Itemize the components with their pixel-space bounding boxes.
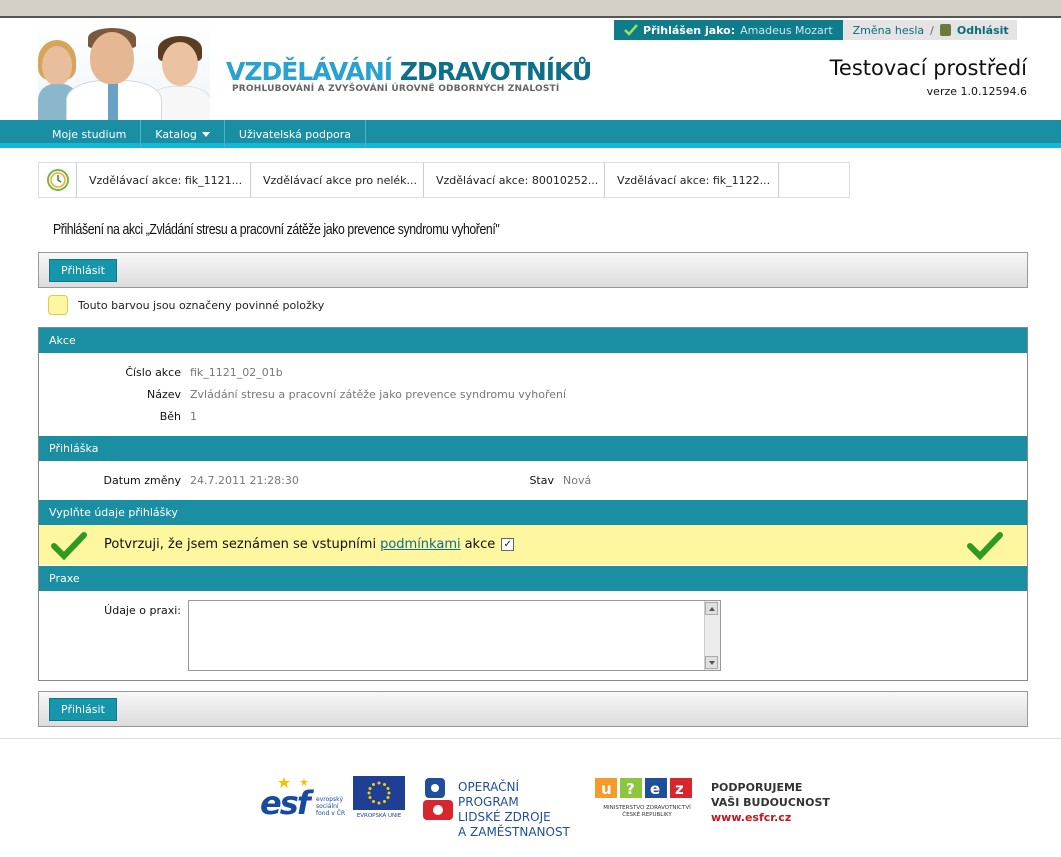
- required-color-swatch: [48, 295, 68, 315]
- confirm-checkbox[interactable]: ✓: [501, 538, 515, 551]
- confirm-statement: Potvrzuji, že jsem seznámen se vstupními…: [104, 537, 515, 552]
- confirm-row: Potvrzuji, že jsem seznámen se vstupními…: [39, 525, 1027, 565]
- nav-item-moje-studium[interactable]: Moje studium: [38, 120, 142, 148]
- esf-small-text: evropský sociální fond v ČR: [316, 796, 346, 817]
- browser-top-strip: [0, 0, 1061, 18]
- section-header-akce: Akce: [39, 328, 1027, 353]
- account-links: Změna hesla / Odhlásit: [842, 20, 1017, 40]
- svg-text:u: u: [601, 780, 612, 798]
- stav-label: Stav: [529, 474, 554, 487]
- breadcrumb-item[interactable]: Vzdělávací akce: fik_1122...: [605, 163, 779, 197]
- header-photo: [38, 20, 210, 120]
- brand-logo: VZDĚLÁVÁNÍ ZDRAVOTNÍKŮ PROHLUBOVÁNÍ A ZV…: [226, 57, 592, 95]
- submit-button-bottom[interactable]: Přihlásit: [49, 698, 117, 721]
- logged-in-status: Přihlášen jako: Amadeus Mozart: [614, 20, 843, 40]
- op-lzz-logo: OPERAČNÍ PROGRAM LIDSKÉ ZDROJE A ZAMĚSTN…: [423, 778, 583, 839]
- svg-text:?: ?: [626, 780, 635, 798]
- slogan-line2: VAŠI BUDOUCNOST: [711, 796, 830, 809]
- section-header-prihlaska: Přihláška: [39, 436, 1027, 461]
- eu-flag: [353, 776, 405, 810]
- eu-logo: EVROPSKÁ UNIE: [353, 776, 405, 822]
- op-line3: A ZAMĚSTNANOST: [458, 825, 570, 839]
- main-nav: Moje studium Katalog Uživatelská podpora: [0, 120, 1061, 148]
- esf-logo: esf evropský sociální fond v ČR: [260, 776, 350, 822]
- nazev-label: Název: [146, 388, 181, 401]
- brand-subtitle: PROHLUBOVÁNÍ A ZVYŠOVÁNÍ ÚROVNĚ ODBORNÝC…: [232, 84, 560, 94]
- cislo-akce-label: Číslo akce: [125, 366, 181, 379]
- section-header-praxe: Praxe: [39, 566, 1027, 591]
- breadcrumb-item[interactable]: Vzdělávací akce: fik_1121...: [77, 163, 251, 197]
- op-line1: OPERAČNÍ PROGRAM: [458, 780, 520, 809]
- nav-item-uzivatelska-podpora[interactable]: Uživatelská podpora: [225, 120, 366, 148]
- breadcrumb-home[interactable]: [39, 163, 77, 197]
- logout-link[interactable]: Odhlásit: [957, 24, 1009, 37]
- link-separator: /: [930, 23, 934, 37]
- scroll-up-icon[interactable]: [705, 602, 718, 615]
- brand-title-part1: VZDĚLÁVÁNÍ: [226, 57, 400, 86]
- esf-stars-icon: [278, 777, 308, 788]
- breadcrumb-item[interactable]: Vzdělávací akce pro nelék...: [251, 163, 424, 197]
- eu-stars-icon: [367, 781, 391, 805]
- nav-label: Katalog: [155, 127, 197, 141]
- nav-label: Uživatelská podpora: [238, 127, 351, 141]
- submit-button-top[interactable]: Přihlásit: [49, 259, 117, 282]
- action-bar-bottom: Přihlásit: [38, 691, 1028, 727]
- datum-zmeny-label: Datum změny: [103, 474, 181, 487]
- eu-label: EVROPSKÁ UNIE: [356, 813, 402, 819]
- confirm-text-pre: Potvrzuji, že jsem seznámen se vstupními: [104, 537, 377, 552]
- chevron-down-icon: [201, 131, 210, 137]
- cislo-akce-value: fik_1121_02_01b: [190, 366, 283, 379]
- beh-value: 1: [190, 410, 197, 423]
- footer-divider: [0, 738, 1061, 739]
- action-bar-top: Přihlásit: [38, 252, 1028, 288]
- home-clock-icon: [46, 169, 69, 191]
- scroll-down-icon[interactable]: [705, 656, 718, 669]
- svg-text:e: e: [650, 780, 660, 798]
- check-icon: [51, 532, 87, 561]
- beh-label: Běh: [159, 410, 181, 423]
- svg-text:z: z: [675, 780, 684, 798]
- datum-zmeny-value: 24.7.2011 21:28:30: [190, 474, 299, 487]
- nazev-value: Zvládání stresu a pracovní zátěže jako p…: [190, 388, 567, 401]
- nav-label: Moje studium: [52, 127, 127, 141]
- slogan-line1: PODPORUJEME: [711, 781, 803, 794]
- login-bar: Přihlášen jako: Amadeus Mozart Změna hes…: [614, 20, 1017, 40]
- page-title: Přihlášení na akci „Zvládání stresu a pr…: [53, 221, 500, 238]
- brand-title-part2: ZDRAVOTNÍKŮ: [399, 57, 592, 86]
- version-label: verze 1.0.12594.6: [926, 85, 1027, 98]
- legend-text: Touto barvou jsou označeny povinné polož…: [78, 298, 325, 312]
- mzcr-icon: u ? e z: [595, 778, 692, 798]
- check-icon: [967, 532, 1003, 561]
- breadcrumb: Vzdělávací akce: fik_1121... Vzdělávací …: [38, 162, 850, 198]
- op-lzz-icon: [423, 778, 453, 820]
- required-legend: Touto barvou jsou označeny povinné polož…: [48, 295, 324, 315]
- mzcr-line2: ČESKÉ REPUBLIKY: [622, 812, 672, 818]
- breadcrumb-item[interactable]: Vzdělávací akce: 80010252...: [424, 163, 605, 197]
- esfcr-link[interactable]: www.esfcr.cz: [711, 810, 830, 825]
- esfcr-slogan: PODPORUJEME VAŠI BUDOUCNOST www.esfcr.cz: [711, 780, 830, 825]
- nav-item-katalog[interactable]: Katalog: [141, 120, 225, 148]
- op-line2: LIDSKÉ ZDROJE: [458, 810, 551, 824]
- mzcr-logo: u ? e z MINISTERSTVO ZDRAVOTNICTVÍ ČESKÉ…: [594, 776, 700, 824]
- logout-icon[interactable]: [939, 24, 951, 36]
- header: VZDĚLÁVÁNÍ ZDRAVOTNÍKŮ PROHLUBOVÁNÍ A ZV…: [0, 20, 1061, 120]
- check-icon: [624, 24, 638, 36]
- udaje-o-praxi-label: Údaje o praxi:: [104, 604, 181, 617]
- section-header-vyplnte: Vyplňte údaje přihlášky: [39, 500, 1027, 525]
- logged-in-user: Amadeus Mozart: [740, 23, 833, 37]
- mzcr-line1: MINISTERSTVO ZDRAVOTNICTVÍ: [603, 805, 691, 811]
- form-panel: Akce Číslo akce fik_1121_02_01b Název Zv…: [38, 327, 1028, 681]
- conditions-link[interactable]: podmínkami: [380, 537, 461, 552]
- textarea-scrollbar[interactable]: [704, 601, 720, 670]
- logged-in-label: Přihlášen jako:: [643, 23, 736, 37]
- udaje-o-praxi-textarea[interactable]: [188, 600, 721, 671]
- confirm-text-post: akce: [464, 537, 496, 552]
- environment-title: Testovací prostředí: [829, 56, 1027, 80]
- stav-value: Nová: [563, 474, 592, 487]
- change-password-link[interactable]: Změna hesla: [853, 24, 925, 37]
